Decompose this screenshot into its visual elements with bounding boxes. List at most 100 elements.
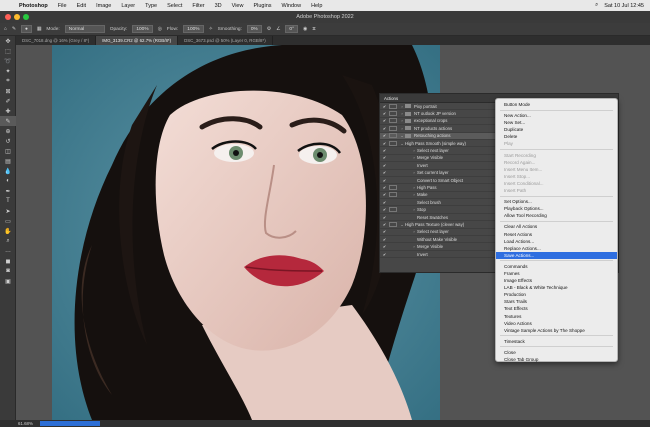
mode-select[interactable]: Normal [64, 25, 105, 33]
type-tool-icon[interactable]: T [0, 196, 16, 206]
eyedropper-tool-icon[interactable]: ✐ [0, 96, 16, 106]
airbrush-icon[interactable]: ✧ [209, 27, 213, 32]
toggle-check-icon[interactable]: ✔ [380, 104, 389, 109]
menu-item-commands[interactable]: Commands [496, 263, 617, 270]
dialog-toggle-icon[interactable] [389, 140, 397, 146]
menu-edit[interactable]: Edit [72, 3, 91, 9]
path-tool-icon[interactable]: ➤ [0, 206, 16, 216]
toggle-check-icon[interactable]: ✔ [380, 244, 389, 249]
dialog-toggle-icon[interactable] [389, 125, 397, 131]
tab-actions[interactable]: Actions [384, 96, 398, 101]
dodge-tool-icon[interactable]: ◐ [0, 176, 16, 186]
menu-item-frames[interactable]: Frames [496, 270, 617, 277]
menu-app[interactable]: Photoshop [14, 3, 53, 9]
dialog-toggle-icon[interactable] [389, 221, 397, 227]
menu-item-duplicate[interactable]: Duplicate [496, 126, 617, 133]
menu-image[interactable]: Image [91, 3, 116, 9]
menu-item-load-actions[interactable]: Load Actions... [496, 238, 617, 245]
menu-item-close-tab-group[interactable]: Close Tab Group [496, 356, 617, 363]
menu-help[interactable]: Help [306, 3, 327, 9]
lasso-tool-icon[interactable]: ➰ [0, 56, 16, 66]
heal-tool-icon[interactable]: ✚ [0, 106, 16, 116]
toggle-check-icon[interactable]: ✔ [380, 192, 389, 197]
menu-item-text-effects[interactable]: Text Effects [496, 305, 617, 312]
menu-item-new-action[interactable]: New Action... [496, 112, 617, 119]
eraser-tool-icon[interactable]: ◫ [0, 146, 16, 156]
toggle-check-icon[interactable]: ✔ [380, 111, 389, 116]
menu-item-reset-actions[interactable]: Reset Actions [496, 231, 617, 238]
dialog-toggle-icon[interactable] [389, 111, 397, 117]
toggle-check-icon[interactable]: ✔ [380, 252, 389, 257]
menu-type[interactable]: Type [140, 3, 162, 9]
pressure-opacity-icon[interactable]: ◎ [158, 27, 162, 32]
zoom-tool-icon[interactable]: ⌕ [0, 236, 16, 246]
symmetry-icon[interactable]: ⧖ [312, 26, 315, 32]
menu-item-allow-tool-recording[interactable]: Allow Tool Recording [496, 212, 617, 219]
more-tool-icon[interactable]: … [0, 246, 16, 256]
toggle-check-icon[interactable]: ✔ [380, 229, 389, 234]
menu-item-close[interactable]: Close [496, 349, 617, 356]
toggle-check-icon[interactable]: ✔ [380, 141, 389, 146]
toggle-check-icon[interactable]: ✔ [380, 148, 389, 153]
menu-item-replace-actions[interactable]: Replace Actions... [496, 245, 617, 252]
toggle-check-icon[interactable]: ✔ [380, 155, 389, 160]
menu-select[interactable]: Select [162, 3, 187, 9]
shape-tool-icon[interactable]: ▭ [0, 216, 16, 226]
toggle-check-icon[interactable]: ✔ [380, 222, 389, 227]
zoom-readout[interactable]: 61.68% [18, 421, 33, 426]
toggle-check-icon[interactable]: ✔ [380, 215, 389, 220]
move-tool-icon[interactable]: ✥ [0, 36, 16, 46]
toggle-check-icon[interactable]: ✔ [380, 178, 389, 183]
crop-tool-icon[interactable]: ⌗ [0, 76, 16, 86]
menu-item-playback-options[interactable]: Playback Options... [496, 205, 617, 212]
brush-tool-icon[interactable]: ✎ [12, 27, 16, 32]
quickmask-tool-icon[interactable]: ◙ [0, 266, 16, 276]
toggle-check-icon[interactable]: ✔ [380, 185, 389, 190]
menu-item-video-actions[interactable]: Video Actions [496, 320, 617, 327]
toggle-check-icon[interactable]: ✔ [380, 207, 389, 212]
toggle-check-icon[interactable]: ✔ [380, 237, 389, 242]
menu-layer[interactable]: Layer [116, 3, 140, 9]
marquee-tool-icon[interactable]: ⬚ [0, 46, 16, 56]
fgbg-tool-icon[interactable]: ◼ [0, 256, 16, 266]
menu-view[interactable]: View [227, 3, 249, 9]
menu-plugins[interactable]: Plugins [248, 3, 276, 9]
opacity-field[interactable]: 100% [132, 25, 153, 33]
smoothing-field[interactable]: 0% [246, 25, 262, 33]
blur-tool-icon[interactable]: 💧 [0, 166, 16, 176]
angle-field[interactable]: 0° [285, 25, 299, 33]
gradient-tool-icon[interactable]: ▤ [0, 156, 16, 166]
gear-icon[interactable]: ⚙ [267, 27, 271, 32]
flow-field[interactable]: 100% [183, 25, 204, 33]
menu-file[interactable]: File [53, 3, 72, 9]
frame-tool-icon[interactable]: ⊠ [0, 86, 16, 96]
dialog-toggle-icon[interactable] [389, 118, 397, 124]
menu-item-save-actions[interactable]: Save Actions... [496, 251, 617, 259]
menu-item-timestack[interactable]: Timestack [496, 338, 617, 345]
dialog-toggle-icon[interactable] [389, 207, 397, 213]
menu-item-set-options[interactable]: Set Options... [496, 198, 617, 205]
search-icon[interactable]: ⌕ [595, 2, 598, 9]
menu-item-button-mode[interactable]: Button Mode [496, 101, 617, 108]
menu-window[interactable]: Window [277, 3, 307, 9]
document-tab[interactable]: DSC_3673.psd @ 50% (Layer 0, RGB/8*) [178, 36, 273, 45]
menu-item-textures[interactable]: Textures [496, 313, 617, 320]
menu-item-lab-black-white-technique[interactable]: LAB - Black & White Technique [496, 284, 617, 291]
dialog-toggle-icon[interactable] [389, 192, 397, 198]
toggle-check-icon[interactable]: ✔ [380, 126, 389, 131]
pressure-size-icon[interactable]: ◉ [303, 27, 307, 32]
dialog-toggle-icon[interactable] [389, 103, 397, 109]
brush-size-picker[interactable]: ● [20, 25, 32, 33]
brush-settings-icon[interactable]: ▦ [37, 27, 42, 32]
toggle-check-icon[interactable]: ✔ [380, 170, 389, 175]
dialog-toggle-icon[interactable] [389, 184, 397, 190]
toggle-check-icon[interactable]: ✔ [380, 163, 389, 168]
toggle-check-icon[interactable]: ✔ [380, 133, 389, 138]
zoom-window-button[interactable] [23, 14, 29, 20]
stamp-tool-icon[interactable]: ⊕ [0, 126, 16, 136]
minimize-window-button[interactable] [14, 14, 20, 20]
menu-filter[interactable]: Filter [187, 3, 209, 9]
menu-item-image-effects[interactable]: Image Effects [496, 277, 617, 284]
close-window-button[interactable] [5, 14, 11, 20]
history-tool-icon[interactable]: ↺ [0, 136, 16, 146]
